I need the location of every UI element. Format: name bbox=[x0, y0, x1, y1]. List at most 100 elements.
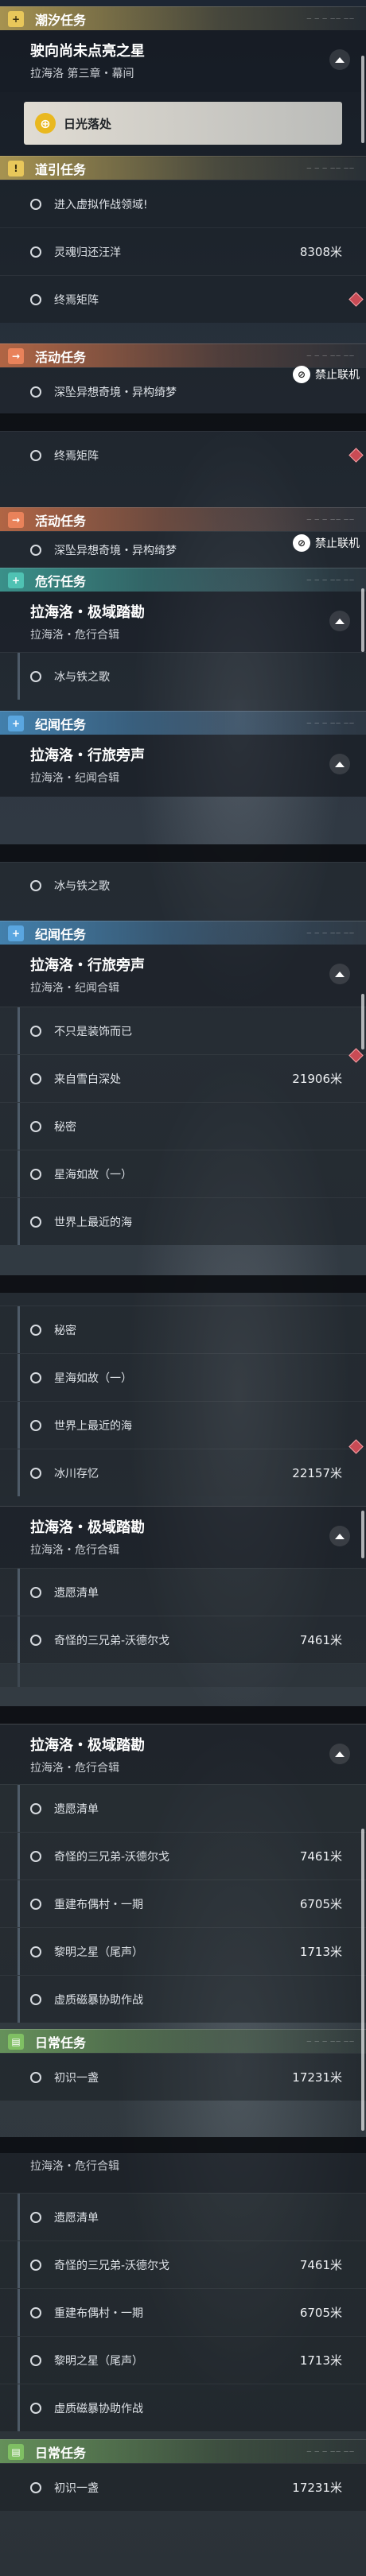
list-item[interactable]: 世界上最近的海 bbox=[0, 1197, 366, 1245]
tidal-quest-section: + 潮汐任务 — — — —— —— 驶向尚未点亮之星 拉海洛 第三章・幕间 ⊕… bbox=[0, 0, 366, 157]
item-label: 深坠异想奇境・异构绮梦 bbox=[54, 386, 177, 399]
list-item[interactable]: 来自雪白深处 21906米 bbox=[0, 1048, 366, 1102]
offline-label: 禁止联机 bbox=[315, 537, 360, 550]
distance-label: 7461米 bbox=[299, 2258, 342, 2272]
scrollbar-thumb[interactable] bbox=[361, 994, 364, 1049]
list-item[interactable]: 进入虚拟作战领域! bbox=[0, 180, 366, 227]
list-item[interactable]: 遗愿清单 bbox=[0, 1784, 366, 1832]
list-item[interactable]: 重建布偶村・一期 6705米 bbox=[0, 1880, 366, 1927]
distance-label: 6705米 bbox=[299, 1897, 342, 1911]
scrollbar-thumb[interactable] bbox=[361, 588, 364, 652]
quest-subtitle: 拉海洛・危行合辑 bbox=[30, 1544, 119, 1557]
list-item[interactable]: 初识一盏 17231米 bbox=[0, 2463, 366, 2511]
event-quest-icon: → bbox=[8, 511, 24, 528]
circle-icon bbox=[30, 2306, 41, 2318]
collapse-icon[interactable] bbox=[329, 754, 350, 774]
quest-title-block[interactable]: 拉海洛・行旅旁声 拉海洛・纪闻合辑 bbox=[0, 945, 366, 1007]
guide-quest-section: ! 道引任务 — — — —— —— 进入虚拟作战领域! 灵魂归还汪洋 8308米… bbox=[0, 156, 366, 323]
circle-icon bbox=[30, 1850, 41, 1862]
list-item[interactable]: 终焉矩阵 bbox=[0, 275, 366, 323]
daily-quest-header[interactable]: ▤ 日常任务 — — — —— —— bbox=[0, 2439, 366, 2463]
distance-label: 8308米 bbox=[299, 245, 342, 259]
item-label: 灵魂归还汪洋 bbox=[54, 246, 121, 259]
collapse-icon[interactable] bbox=[329, 1526, 350, 1546]
list-item[interactable]: 终焉矩阵 bbox=[0, 431, 366, 479]
list-item[interactable]: 秘密 bbox=[0, 1102, 366, 1150]
decorative-dashes: — — — —— —— bbox=[306, 2449, 355, 2454]
chronicle-quest-icon: + bbox=[8, 925, 24, 941]
list-item[interactable]: 秘密 bbox=[0, 1305, 366, 1353]
separator bbox=[0, 844, 366, 862]
list-item[interactable]: 冰与铁之歌 bbox=[0, 652, 366, 700]
offline-badge: ⊘ 禁止联机 bbox=[293, 534, 360, 552]
item-label: 终焉矩阵 bbox=[54, 449, 99, 463]
quest-title-block[interactable]: 拉海洛・危行合辑 bbox=[0, 2153, 366, 2193]
quest-title-block[interactable]: 拉海洛・极域踏勘 拉海洛・危行合辑 bbox=[0, 1724, 366, 1784]
guide-quest-header[interactable]: ! 道引任务 — — — —— —— bbox=[0, 156, 366, 180]
separator bbox=[0, 413, 366, 431]
block-2: 终焉矩阵 → 活动任务 — — — —— —— 深坠异想奇境・异构绮梦 ⊘ 禁止联… bbox=[0, 431, 366, 797]
item-label: 奇怪的三兄弟-沃德尔戈 bbox=[54, 1850, 170, 1864]
quest-title-block[interactable]: 拉海洛・行旅旁声 拉海洛・纪闻合辑 bbox=[0, 735, 366, 797]
scrollbar-thumb[interactable] bbox=[361, 56, 364, 143]
daily-quest-header[interactable]: ▤ 日常任务 — — — —— —— bbox=[0, 2029, 366, 2053]
list-item[interactable]: 不只是装饰而已 bbox=[0, 1007, 366, 1054]
list-item[interactable]: 遗愿清单 bbox=[0, 1568, 366, 1616]
active-objective-bar[interactable]: ⊕ 日光落处 bbox=[24, 102, 342, 145]
list-item[interactable]: 黎明之星（尾声） 1713米 bbox=[0, 2336, 366, 2384]
quest-title-block[interactable]: 驶向尚未点亮之星 拉海洛 第三章・幕间 bbox=[0, 30, 366, 92]
item-label: 世界上最近的海 bbox=[54, 1216, 132, 1229]
item-label: 秘密 bbox=[54, 1120, 76, 1134]
red-marker-icon bbox=[348, 292, 364, 307]
decorative-dashes: — — — —— —— bbox=[306, 720, 355, 726]
circle-icon bbox=[30, 544, 41, 556]
list-item[interactable]: 遗愿清单 bbox=[0, 2193, 366, 2240]
scrollbar-thumb[interactable] bbox=[361, 1829, 364, 2131]
collapse-icon[interactable] bbox=[329, 964, 350, 984]
event-quest-header[interactable]: → 活动任务 — — — —— —— bbox=[0, 343, 366, 367]
list-item[interactable]: 冰与铁之歌 bbox=[0, 862, 366, 908]
list-item[interactable]: 灵魂归还汪洋 8308米 bbox=[0, 227, 366, 275]
circle-icon bbox=[30, 449, 41, 461]
item-label: 秘密 bbox=[54, 1324, 76, 1337]
quest-subtitle: 拉海洛・纪闻合辑 bbox=[30, 982, 119, 995]
list-item[interactable]: 冰川存忆 22157米 bbox=[0, 1439, 366, 1496]
list-item[interactable]: 重建布偶村・一期 6705米 bbox=[0, 2288, 366, 2336]
decorative-dashes: — — — —— —— bbox=[306, 577, 355, 583]
list-item[interactable]: 奇怪的三兄弟-沃德尔戈 7461米 bbox=[0, 1616, 366, 1663]
quest-title-block[interactable]: 拉海洛・极域踏勘 拉海洛・危行合辑 bbox=[0, 1506, 366, 1568]
tidal-quest-header[interactable]: + 潮汐任务 — — — —— —— bbox=[0, 6, 366, 30]
no-coop-icon: ⊘ bbox=[293, 366, 310, 383]
chronicle-quest-header[interactable]: + 纪闻任务 — — — —— —— bbox=[0, 711, 366, 735]
circle-icon bbox=[30, 2402, 41, 2414]
tidal-quest-label: 潮汐任务 bbox=[35, 12, 87, 28]
distance-label: 7461米 bbox=[299, 1849, 342, 1864]
list-item[interactable]: 星海如故（一） bbox=[0, 1150, 366, 1197]
danger-quest-header[interactable]: + 危行任务 — — — —— —— bbox=[0, 568, 366, 592]
list-item[interactable]: 黎明之星（尾声） 1713米 bbox=[0, 1927, 366, 1975]
decorative-dashes: — — — —— —— bbox=[306, 517, 355, 522]
collapse-icon[interactable] bbox=[329, 611, 350, 631]
event-quest-header[interactable]: → 活动任务 — — — —— —— bbox=[0, 507, 366, 531]
list-item[interactable]: 初识一盏 17231米 bbox=[0, 2053, 366, 2101]
distance-label: 1713米 bbox=[299, 2353, 342, 2368]
chronicle-quest-header[interactable]: + 纪闻任务 — — — —— —— bbox=[0, 921, 366, 945]
list-item[interactable]: 虚质磁暴协助作战 bbox=[0, 2384, 366, 2431]
list-item[interactable]: 奇怪的三兄弟-沃德尔戈 7461米 bbox=[0, 2240, 366, 2288]
circle-icon bbox=[30, 1946, 41, 1957]
quest-title-block[interactable]: 拉海洛・极域踏勘 拉海洛・危行合辑 bbox=[0, 592, 366, 652]
item-label: 遗愿清单 bbox=[54, 1586, 99, 1600]
separator bbox=[0, 2137, 366, 2153]
distance-label: 21906米 bbox=[292, 1072, 342, 1086]
list-item[interactable]: 虚质磁暴协助作战 bbox=[0, 1975, 366, 2023]
list-item[interactable]: 奇怪的三兄弟-沃德尔戈 7461米 bbox=[0, 1832, 366, 1880]
distance-label: 17231米 bbox=[292, 2070, 342, 2085]
list-item[interactable]: 世界上最近的海 bbox=[0, 1401, 366, 1449]
item-label: 初识一盏 bbox=[54, 2071, 99, 2085]
item-label: 终焉矩阵 bbox=[54, 293, 99, 307]
list-item[interactable]: 星海如故（一） bbox=[0, 1353, 366, 1401]
collapse-icon[interactable] bbox=[329, 49, 350, 70]
collapse-icon[interactable] bbox=[329, 1744, 350, 1764]
scrollbar-thumb[interactable] bbox=[361, 1511, 364, 1558]
item-label: 冰川存忆 bbox=[54, 1467, 99, 1480]
